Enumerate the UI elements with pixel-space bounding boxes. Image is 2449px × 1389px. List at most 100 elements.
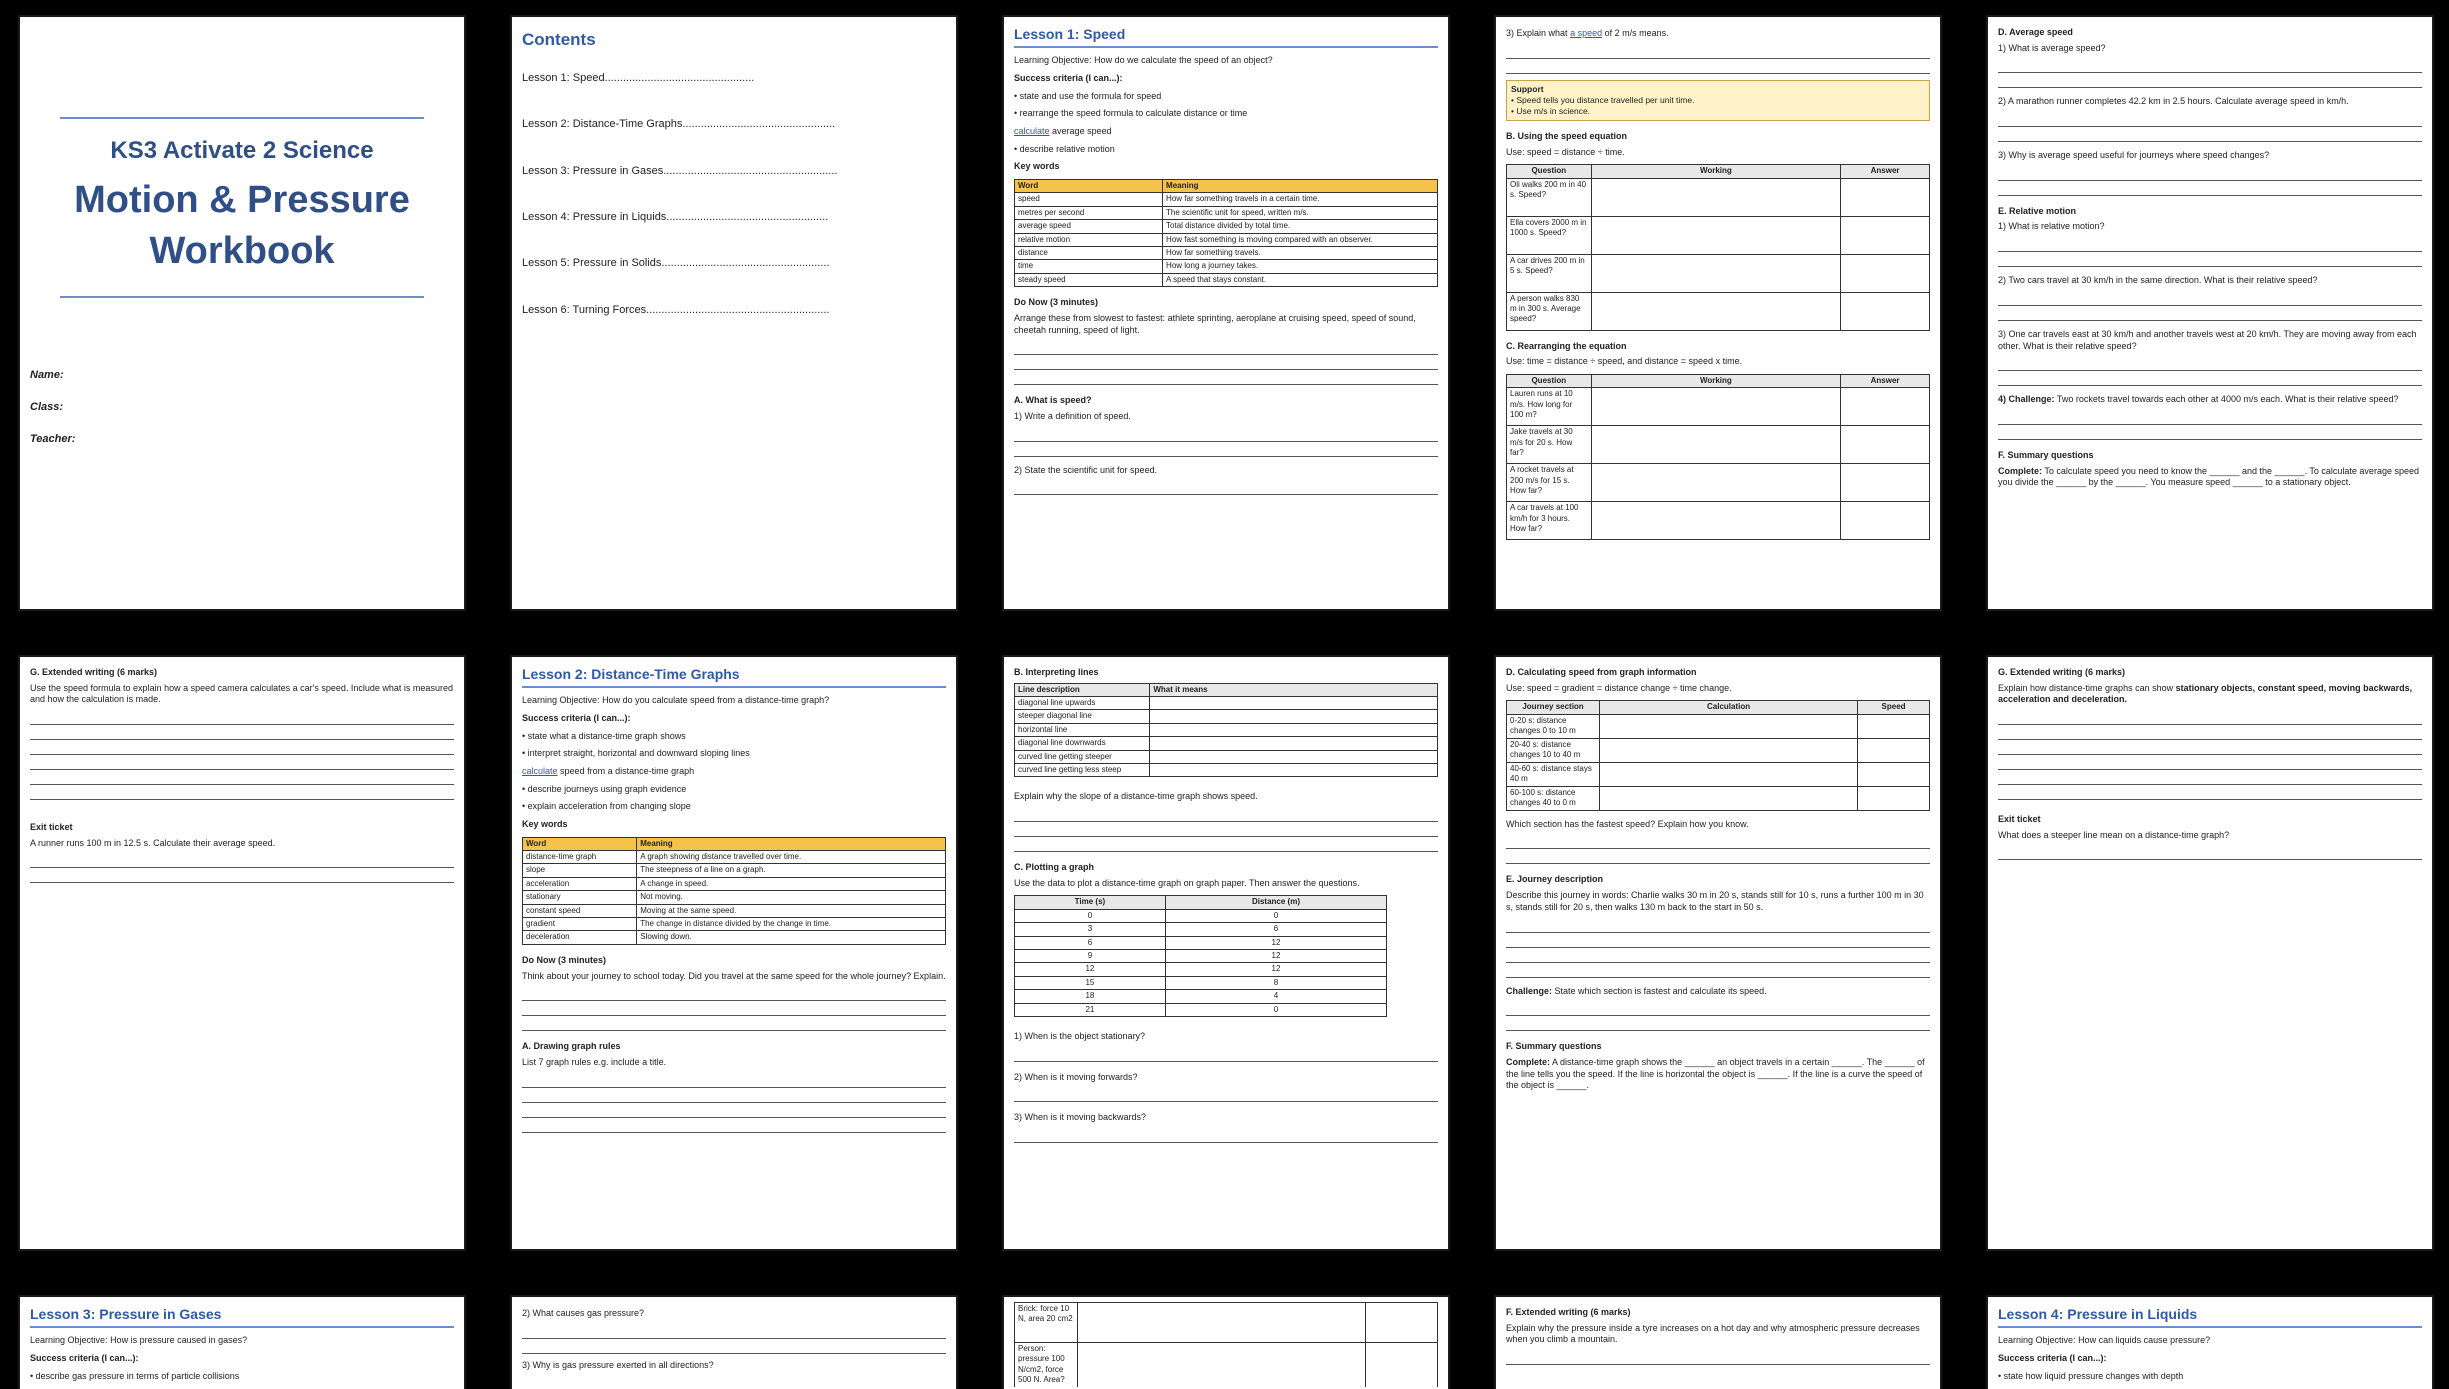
table-row: constant speed Moving at the same speed. [522, 903, 946, 919]
answer-line[interactable] [1014, 444, 1438, 457]
lesson3-questions-page: 2) What causes gas pressure? 3) Why is g… [510, 1295, 958, 1389]
answer-line[interactable] [1998, 787, 2422, 801]
answer-line[interactable] [522, 1018, 946, 1032]
answer-line[interactable] [1998, 60, 2422, 74]
answer-line[interactable] [1014, 809, 1438, 823]
answer-line[interactable] [1506, 935, 1930, 948]
exit-ticket-label: Exit ticket [30, 822, 73, 833]
answer-line[interactable] [1998, 373, 2422, 387]
toc-item[interactable]: Lesson 6: Turning Forces................… [522, 303, 946, 317]
answer-line[interactable] [522, 1341, 946, 1354]
criteria-item: calculate average speed [1014, 125, 1112, 136]
table-row: 00 [1014, 908, 1388, 924]
answer-line[interactable] [30, 712, 454, 726]
table-row: 40-60 s: distance stays 40 m [1506, 761, 1930, 787]
answer-line[interactable] [1998, 183, 2422, 196]
answer-line[interactable] [1506, 46, 1930, 59]
table-row: A car drives 200 m in 5 s. Speed? [1506, 253, 1930, 293]
answer-line[interactable] [1506, 836, 1930, 850]
answer-line[interactable] [1014, 482, 1438, 496]
answer-line[interactable] [1998, 308, 2422, 321]
table-row: diagonal line upwards [1014, 696, 1438, 711]
toc-item[interactable]: Lesson 2: Distance-Time Graphs..........… [522, 117, 946, 131]
table-row: 21 0 [1014, 1002, 1388, 1018]
instruction: Use: speed = gradient = distance change … [1506, 682, 1732, 693]
answer-line[interactable] [522, 1120, 946, 1133]
answer-line[interactable] [1014, 1049, 1438, 1062]
answer-line[interactable] [522, 1075, 946, 1088]
question: 3) Explain what a speed of 2 m/s means. [1506, 28, 1669, 38]
section-heading: A. What is speed? [1014, 395, 1092, 406]
question: 2) What causes gas pressure? [522, 1308, 645, 1318]
table-row: curved line getting less steep [1014, 763, 1438, 778]
answer-line[interactable] [30, 855, 454, 869]
answer-line[interactable] [522, 1003, 946, 1017]
answer-line[interactable] [1014, 372, 1438, 386]
task-text: Explain why the pressure inside a tyre i… [1506, 1322, 1920, 1345]
answer-line[interactable] [1014, 429, 1438, 442]
answer-line[interactable] [30, 870, 454, 884]
learning-objective: Learning Objective: How do we calculate … [1014, 55, 1273, 66]
answer-line[interactable] [1998, 742, 2422, 756]
question: 3) One car travels east at 30 km/h and a… [1998, 328, 2417, 351]
toc-item[interactable]: Lesson 4: Pressure in Liquids...........… [522, 210, 946, 224]
toc-item[interactable]: Lesson 3: Pressure in Gases.............… [522, 164, 946, 178]
toc-item[interactable]: Lesson 1: Speed.........................… [522, 71, 946, 85]
answer-line[interactable] [1998, 168, 2422, 181]
answer-line[interactable] [522, 1090, 946, 1103]
cover-field-name: Name: [30, 369, 64, 381]
answer-line[interactable] [1014, 1130, 1438, 1144]
section-heading: A. Drawing graph rules [522, 1041, 621, 1052]
answer-line[interactable] [30, 727, 454, 741]
answer-line[interactable] [1998, 129, 2422, 143]
answer-line[interactable] [30, 787, 454, 801]
answer-line[interactable] [1506, 1003, 1930, 1017]
answer-line[interactable] [1506, 950, 1930, 963]
table-row: 15 8 [1014, 975, 1388, 991]
answer-line[interactable] [1998, 358, 2422, 372]
answer-line[interactable] [1998, 293, 2422, 306]
cloze-text: Complete: To calculate speed you need to… [1998, 465, 2419, 488]
answer-line[interactable] [1998, 727, 2422, 741]
lesson-title: Lesson 1: Speed [1014, 25, 1438, 49]
cloze-text: Complete: A distance-time graph shows th… [1506, 1056, 1925, 1091]
table-row: acceleration A change in speed. [522, 876, 946, 892]
section-heading: D. Calculating speed from graph informat… [1506, 667, 1697, 677]
answer-line[interactable] [1998, 427, 2422, 440]
answer-line[interactable] [522, 988, 946, 1002]
answer-line[interactable] [1998, 239, 2422, 253]
answer-line[interactable] [1014, 342, 1438, 356]
answer-line[interactable] [1506, 965, 1930, 978]
section-heading: C. Rearranging the equation [1506, 340, 1627, 351]
lesson4-page: Lesson 4: Pressure in Liquids Learning O… [1986, 1295, 2434, 1389]
question: 2) A marathon runner completes 42.2 km i… [1998, 96, 2349, 107]
answer-line[interactable] [1998, 75, 2422, 89]
answer-line[interactable] [522, 1326, 946, 1339]
answer-line[interactable] [1998, 712, 2422, 726]
answer-line[interactable] [1506, 1352, 1930, 1366]
answer-line[interactable] [522, 1105, 946, 1118]
answer-line[interactable] [30, 772, 454, 786]
table-row: Lauren runs at 10 m/s. How long for 100 … [1506, 387, 1930, 427]
toc-item[interactable]: Lesson 5: Pressure in Solids............… [522, 256, 946, 270]
question: 1) What is relative motion? [1998, 221, 2105, 232]
answer-line[interactable] [1014, 357, 1438, 371]
answer-line[interactable] [1998, 412, 2422, 425]
answer-line[interactable] [1014, 1089, 1438, 1103]
answer-line[interactable] [1506, 61, 1930, 74]
keywords-table: Word Meaning speed How far something trave… [1014, 178, 1438, 288]
question: Explain why the slope of a distance-time… [1014, 791, 1258, 802]
answer-line[interactable] [1506, 1018, 1930, 1032]
learning-objective: Learning Objective: How can liquids caus… [1998, 1335, 2211, 1346]
answer-line[interactable] [1014, 839, 1438, 853]
answer-line[interactable] [1014, 824, 1438, 838]
answer-line[interactable] [30, 757, 454, 771]
answer-line[interactable] [1998, 254, 2422, 268]
answer-line[interactable] [1998, 847, 2422, 861]
answer-line[interactable] [30, 742, 454, 756]
answer-line[interactable] [1506, 851, 1930, 865]
answer-line[interactable] [1506, 920, 1930, 933]
answer-line[interactable] [1998, 757, 2422, 771]
answer-line[interactable] [1998, 114, 2422, 128]
answer-line[interactable] [1998, 772, 2422, 786]
